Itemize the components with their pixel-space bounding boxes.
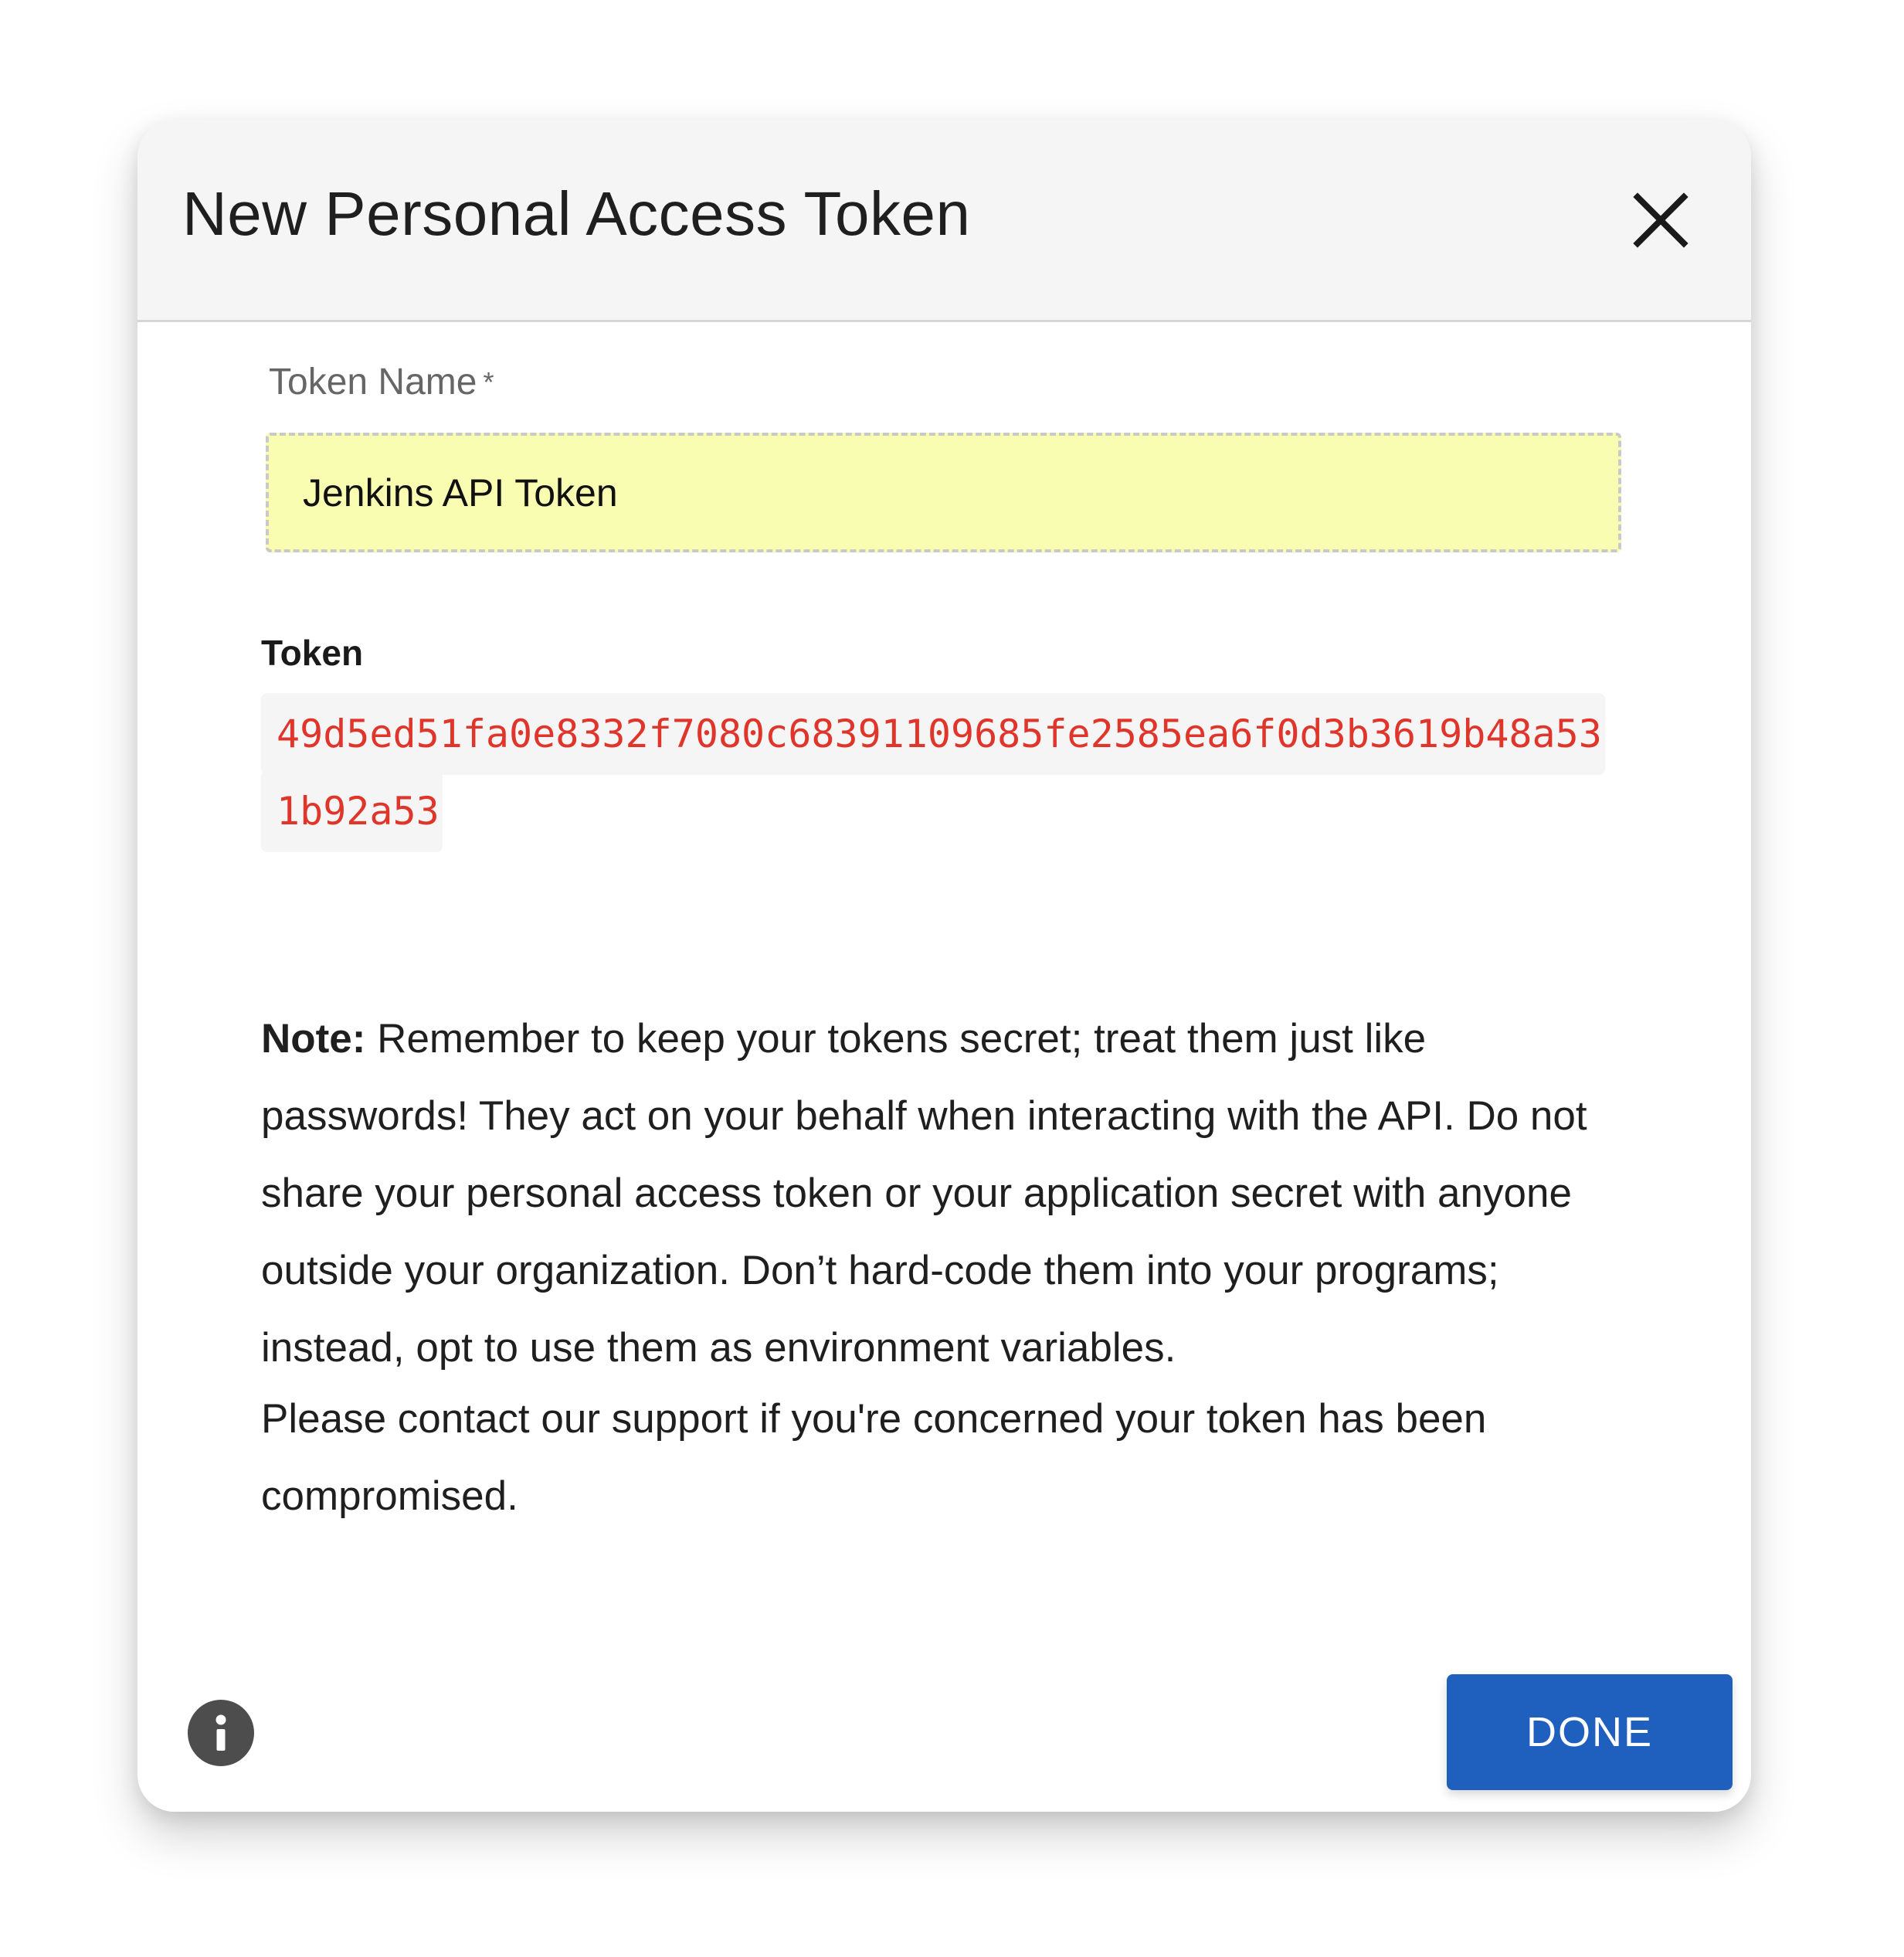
- token-name-label: Token Name *: [269, 359, 494, 406]
- note-prefix: Note:: [261, 1016, 366, 1062]
- dialog-title: New Personal Access Token: [182, 179, 971, 248]
- token-name-input[interactable]: [266, 433, 1621, 552]
- info-icon[interactable]: [188, 1700, 254, 1766]
- close-icon[interactable]: [1630, 189, 1692, 251]
- token-dialog: New Personal Access Token Token Name* To…: [137, 120, 1751, 1812]
- token-label: Token: [261, 633, 364, 673]
- token-value-text[interactable]: 49d5ed51fa0e8332f7080c68391109685fe2585e…: [261, 693, 1605, 852]
- support-text: Please contact our support if you're con…: [261, 1396, 1487, 1519]
- dialog-header: New Personal Access Token: [137, 120, 1751, 322]
- token-name-label-text: Token Name: [269, 362, 477, 403]
- note-text: Note: Remember to keep your tokens secre…: [261, 1001, 1632, 1387]
- note-body: Remember to keep your tokens secret; tre…: [261, 1016, 1587, 1371]
- required-marker: *: [483, 366, 494, 398]
- token-value[interactable]: 49d5ed51fa0e8332f7080c68391109685fe2585e…: [261, 693, 1621, 852]
- close-button[interactable]: [1630, 189, 1692, 251]
- info-glyph: [216, 1714, 226, 1751]
- done-button[interactable]: DONE: [1447, 1674, 1733, 1790]
